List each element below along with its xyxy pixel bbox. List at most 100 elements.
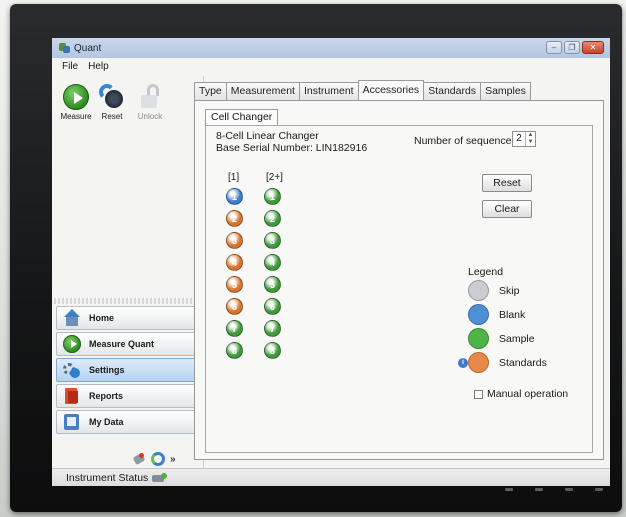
play-icon [63,84,89,110]
cell-position-1-8[interactable]: 8 [226,342,243,359]
tab-instrument[interactable]: Instrument [298,82,359,100]
tab-samples[interactable]: Samples [480,82,531,100]
unlock-button[interactable]: Unlock [130,84,170,121]
cell-position-2-2[interactable]: 2 [264,210,281,227]
reset-label: Reset [101,112,123,121]
cell-position-1-4[interactable]: 4 [226,254,243,271]
nav-settings-label: Settings [89,365,125,375]
cell-position-1-7[interactable]: 7 [226,320,243,337]
legend-label: Standards [499,356,547,369]
sequences-value[interactable]: 2 [513,132,525,146]
legend-swatch [468,352,489,373]
status-label: Instrument Status [66,471,149,484]
info-icon[interactable]: i [458,358,468,368]
measure-label: Measure [60,112,92,121]
status-bar: Instrument Status [52,468,610,486]
cell-position-2-7[interactable]: 7 [264,320,281,337]
menu-file[interactable]: File [62,61,78,72]
column-header: [1] [228,172,240,183]
legend-title: Legend [468,266,504,278]
cell-changer-panel: 8-Cell Linear Changer Base Serial Number… [205,125,593,453]
minimize-button[interactable]: – [546,41,562,54]
nav-reports-label: Reports [89,391,124,401]
stepper-down-icon[interactable]: ▼ [526,139,535,146]
sequences-stepper[interactable]: 2 ▲ ▼ [512,131,536,147]
settings-icon [63,361,81,379]
legend-swatch [468,304,489,325]
reset-cells-button[interactable]: Reset [482,174,532,192]
reports-icon [63,387,81,405]
clear-cells-button[interactable]: Clear [482,200,532,218]
legend-label: Blank [499,308,526,321]
stepper-up-icon[interactable]: ▲ [526,132,535,139]
tab-type[interactable]: Type [194,82,227,100]
app-icon [58,42,70,54]
nav-my-data[interactable]: My Data [56,410,201,434]
cell-position-1-2[interactable]: 2 [226,210,243,227]
unlock-label: Unlock [137,112,163,121]
nav-settings[interactable]: Settings [56,358,201,382]
cell-position-2-6[interactable]: 6 [264,298,281,315]
mydata-icon [63,413,81,431]
lock-icon [137,84,163,110]
monitor-bezel: Quant – ❐ ✕ File Help Measure Reset Unlo… [10,4,622,512]
cell-position-2-8[interactable]: 8 [264,342,281,359]
tab-standards[interactable]: Standards [423,82,482,100]
nav-measure-quant-label: Measure Quant [89,339,155,349]
plug-icon[interactable] [132,452,146,466]
tab-cell-changer[interactable]: Cell Changer [205,109,279,125]
legend-swatch [468,328,489,349]
legend-standards: Standards [468,352,547,373]
nav-measure-quant[interactable]: Measure Quant [56,332,201,356]
tab-measurement[interactable]: Measurement [225,82,300,100]
close-button[interactable]: ✕ [582,41,604,54]
title-bar: Quant – ❐ ✕ [52,38,610,58]
window-controls: – ❐ ✕ [546,41,604,54]
reset-button[interactable]: Reset [92,84,132,121]
restore-button[interactable]: ❐ [564,41,580,54]
serial-number: Base Serial Number: LIN182916 [216,142,368,154]
manual-operation-checkbox[interactable]: Manual operation [474,388,568,400]
menu-bar: File Help [52,58,610,74]
nav-home[interactable]: Home [56,306,201,330]
device-name: 8-Cell Linear Changer [216,130,319,142]
monitor-button [535,488,543,491]
tab-content: Cell Changer 8-Cell Linear Changer Base … [194,100,604,460]
cell-position-1-3[interactable]: 3 [226,232,243,249]
measure-button[interactable]: Measure [56,84,96,121]
cell-position-2-4[interactable]: 4 [264,254,281,271]
menu-help[interactable]: Help [88,61,109,72]
cell-position-2-5[interactable]: 5 [264,276,281,293]
bottom-tools: » [132,452,176,466]
legend-skip: Skip [468,280,519,301]
instrument-status-icon[interactable] [152,472,168,483]
legend-swatch [468,280,489,301]
cell-position-1-6[interactable]: 6 [226,298,243,315]
cell-position-1-1[interactable]: 1 [226,188,243,205]
checkbox-icon[interactable] [474,389,483,399]
legend-label: Skip [499,284,520,297]
monitor-button [505,488,513,491]
refresh-icon[interactable] [151,452,165,466]
sequences-label: Number of sequences [414,135,517,147]
legend-label: Sample [499,332,535,345]
cell-position-2-3[interactable]: 3 [264,232,281,249]
window-title: Quant [74,42,102,54]
legend-sample: Sample [468,328,535,349]
cell-position-1-5[interactable]: 5 [226,276,243,293]
nav-splitter[interactable] [54,298,204,304]
cell-position-2-1[interactable]: 1 [264,188,281,205]
nav-home-label: Home [89,313,115,323]
tab-accessories[interactable]: Accessories [357,80,425,100]
left-panel: Measure Reset Unlock Home Measure Quant [54,76,204,468]
play-icon [63,335,81,353]
manual-operation-label: Manual operation [487,388,569,400]
monitor-buttons [505,488,603,491]
nav-reports[interactable]: Reports [56,384,201,408]
reset-icon [99,84,125,110]
chevron-right-icon[interactable]: » [170,454,176,465]
monitor-button [595,488,603,491]
legend-blank: Blank [468,304,525,325]
settings-tabs: Type Measurement Instrument Accessories … [194,80,531,100]
column-header: [2+] [266,172,283,183]
